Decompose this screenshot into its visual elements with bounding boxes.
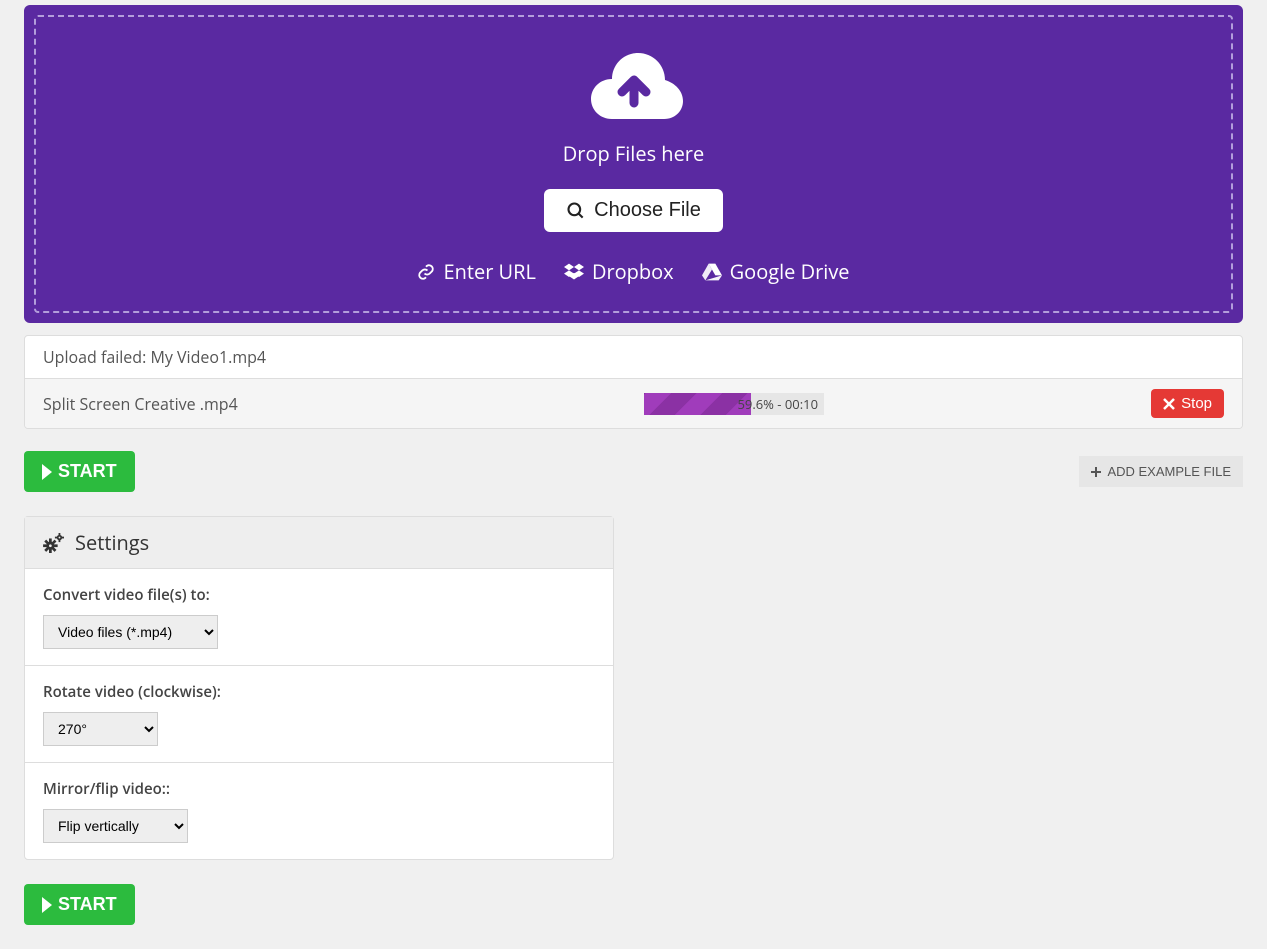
failed-text: Upload failed: My Video1.mp4: [43, 346, 1224, 368]
progress-label: 59.6% - 00:10: [737, 393, 818, 415]
cloud-upload-icon: [579, 45, 689, 125]
enter-url-label: Enter URL: [443, 258, 535, 285]
convert-select[interactable]: Video files (*.mp4): [43, 615, 218, 649]
enter-url-link[interactable]: Enter URL: [417, 258, 535, 285]
flip-select[interactable]: Flip vertically: [43, 809, 188, 843]
choose-file-button[interactable]: Choose File: [544, 189, 723, 232]
choose-file-label: Choose File: [594, 199, 701, 222]
progress-bar: 59.6% - 00:10: [644, 393, 824, 415]
setting-flip: Mirror/flip video:: Flip vertically: [25, 762, 613, 859]
progress-fill: [644, 393, 751, 415]
stop-label: Stop: [1181, 395, 1212, 412]
close-icon: [1163, 398, 1175, 410]
start-button-top[interactable]: START: [24, 451, 135, 492]
convert-label: Convert video file(s) to:: [43, 585, 595, 605]
file-list: Upload failed: My Video1.mp4 Split Scree…: [24, 335, 1243, 429]
file-row-failed: Upload failed: My Video1.mp4: [25, 336, 1242, 378]
stop-button[interactable]: Stop: [1151, 389, 1224, 418]
flip-label: Mirror/flip video::: [43, 779, 595, 799]
settings-header: Settings: [25, 517, 613, 569]
source-links: Enter URL Dropbox: [56, 258, 1211, 285]
settings-title: Settings: [75, 529, 149, 556]
setting-rotate: Rotate video (clockwise): 270°: [25, 665, 613, 762]
file-row-uploading: Split Screen Creative .mp4 59.6% - 00:10…: [25, 378, 1242, 428]
dropbox-label: Dropbox: [592, 258, 674, 285]
start-label-top: START: [58, 461, 117, 482]
start-label-bottom: START: [58, 894, 117, 915]
link-icon: [417, 263, 435, 281]
dropzone-inner[interactable]: Drop Files here Choose File Enter URL: [34, 15, 1233, 313]
chevron-right-icon: [42, 897, 52, 913]
progress-cell: 59.6% - 00:10: [634, 393, 834, 415]
uploading-name: Split Screen Creative .mp4: [43, 393, 634, 415]
chevron-right-icon: [42, 464, 52, 480]
plus-icon: [1091, 467, 1101, 477]
settings-panel: Settings Convert video file(s) to: Video…: [24, 516, 614, 860]
drop-files-label: Drop Files here: [56, 140, 1211, 167]
google-drive-icon: [702, 263, 722, 281]
dropbox-icon: [564, 263, 584, 281]
dropbox-link[interactable]: Dropbox: [564, 258, 674, 285]
rotate-select[interactable]: 270°: [43, 712, 158, 746]
start-button-bottom[interactable]: START: [24, 884, 135, 925]
rotate-label: Rotate video (clockwise):: [43, 682, 595, 702]
add-example-label: ADD EXAMPLE FILE: [1107, 464, 1231, 479]
dropzone[interactable]: Drop Files here Choose File Enter URL: [24, 5, 1243, 323]
google-drive-link[interactable]: Google Drive: [702, 258, 850, 285]
gears-icon: [43, 533, 65, 553]
google-drive-label: Google Drive: [730, 258, 850, 285]
add-example-file-button[interactable]: ADD EXAMPLE FILE: [1079, 456, 1243, 487]
search-icon: [566, 201, 586, 221]
setting-convert: Convert video file(s) to: Video files (*…: [25, 569, 613, 665]
